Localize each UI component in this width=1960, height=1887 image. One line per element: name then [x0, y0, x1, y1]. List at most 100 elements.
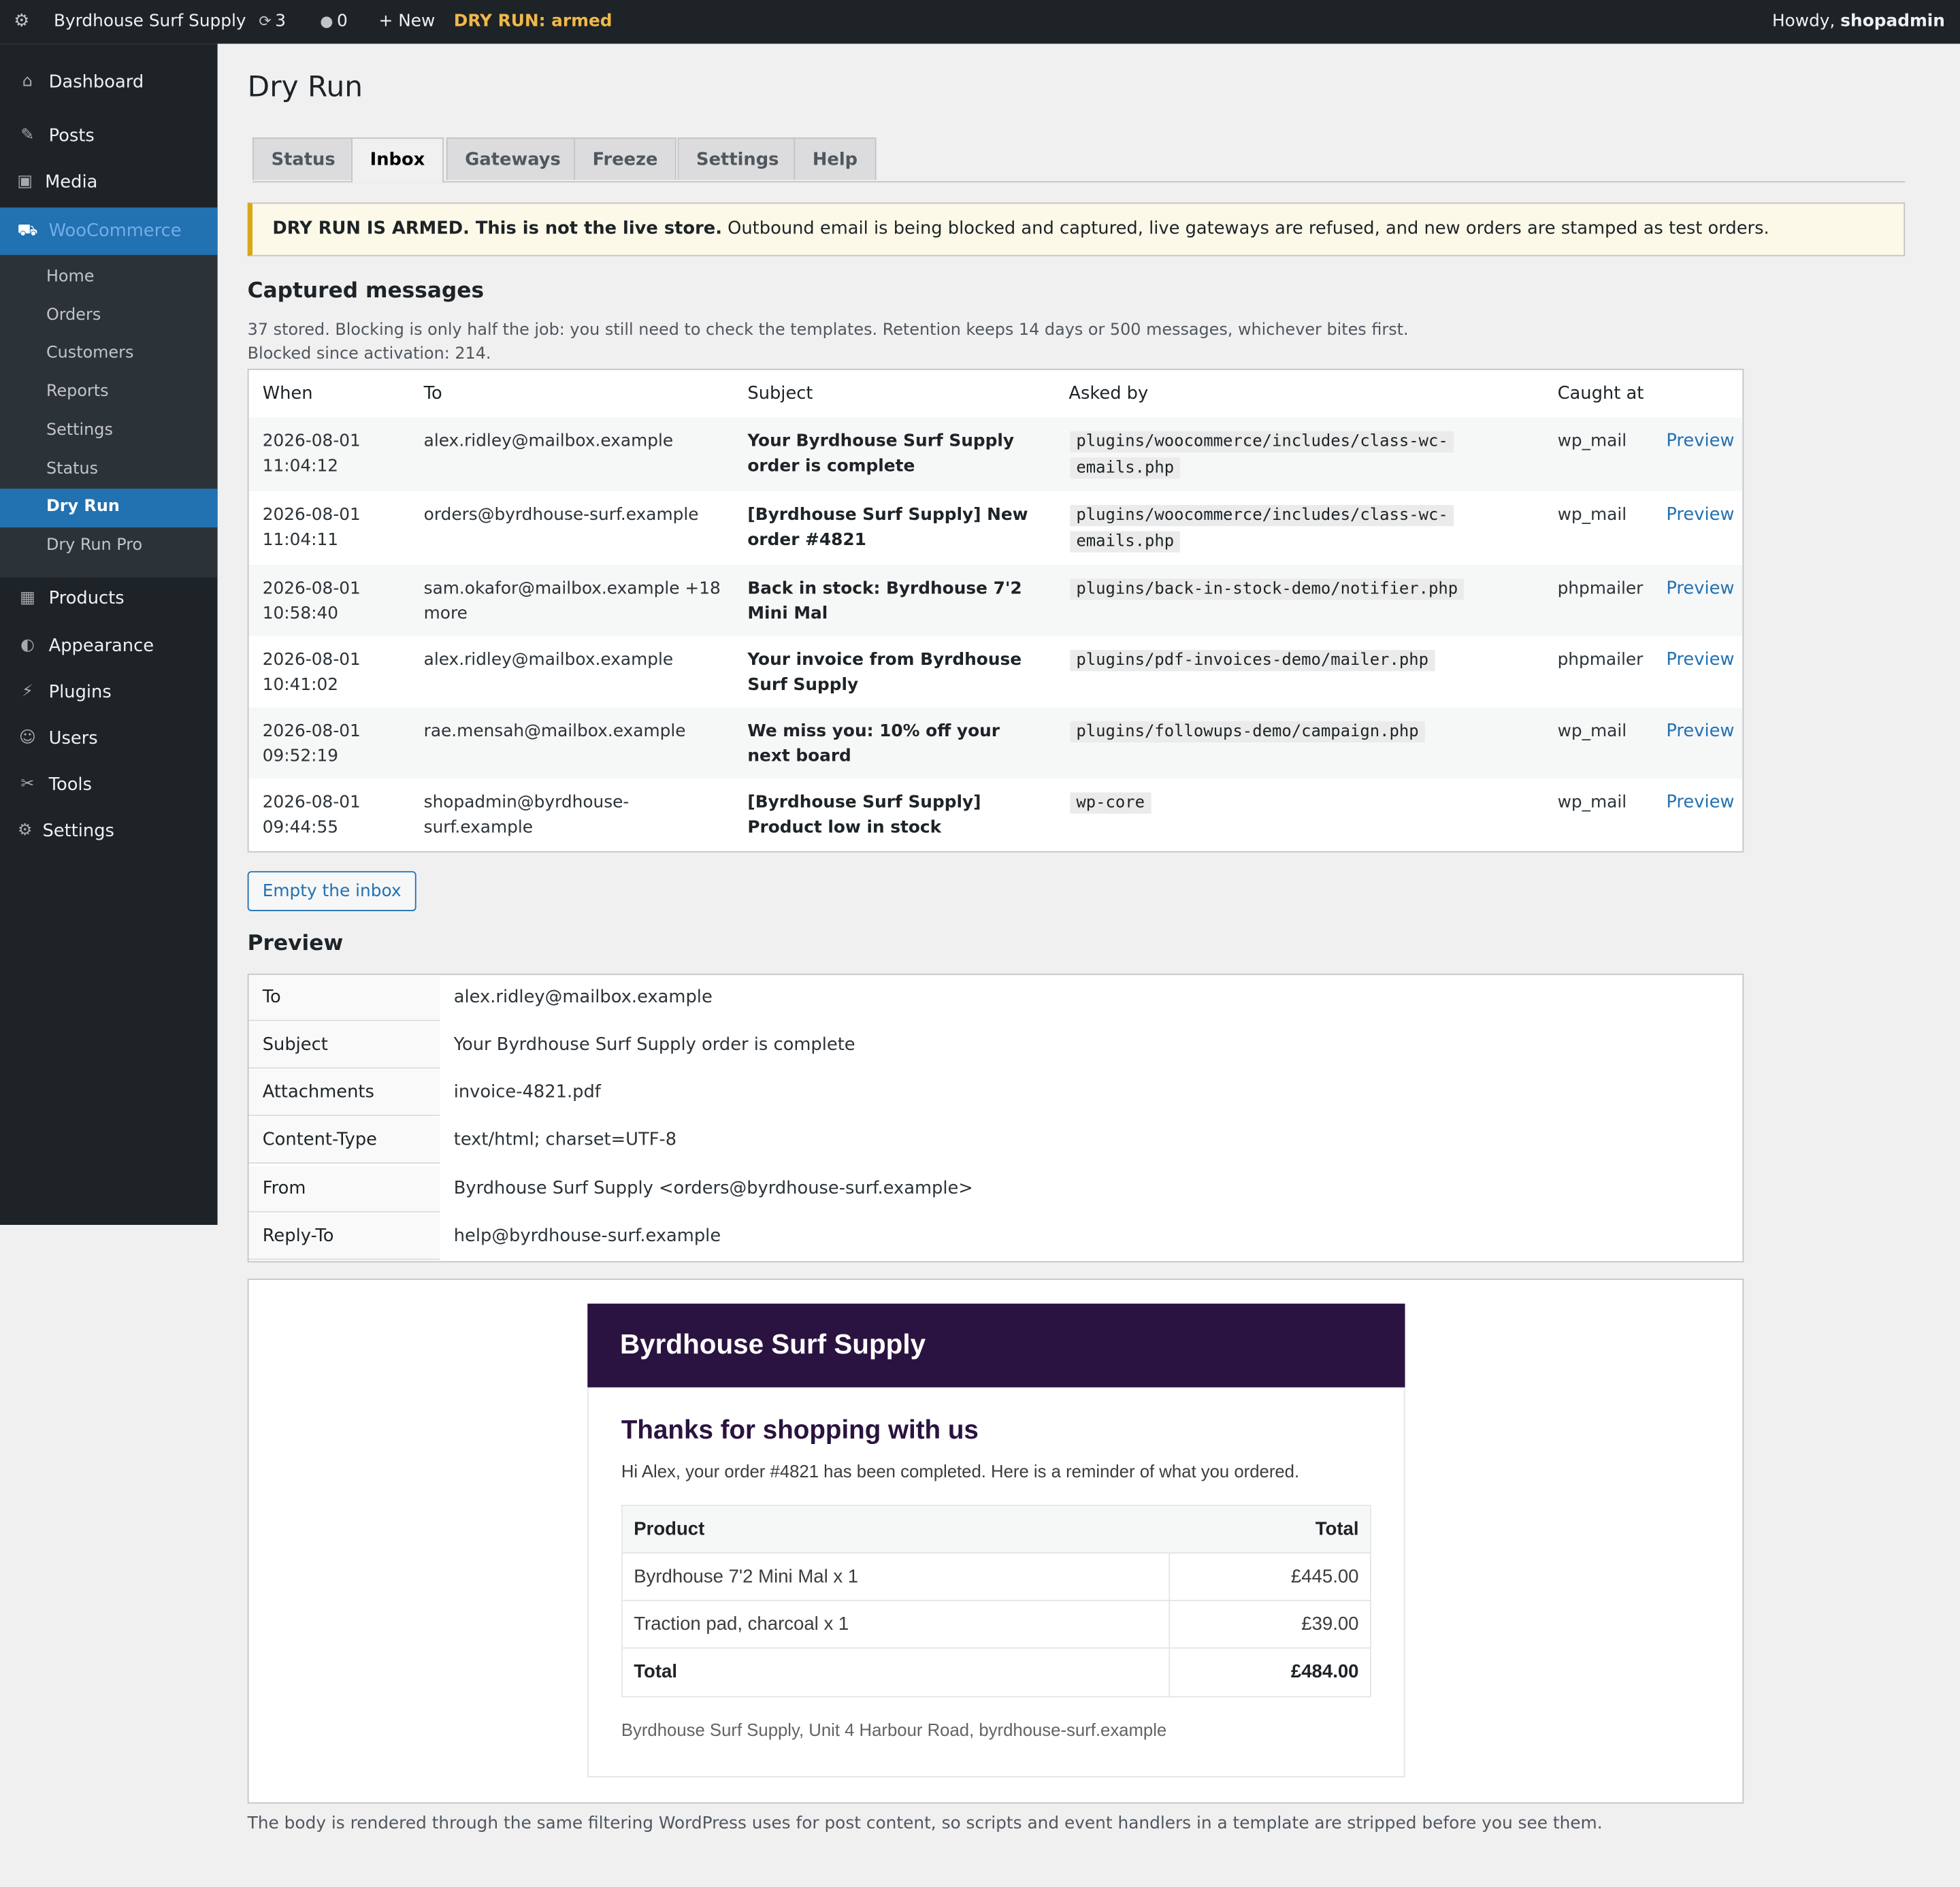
menu-plugins-label: Plugins: [48, 682, 112, 703]
preview-link[interactable]: Preview: [1666, 429, 1734, 454]
page-root: ⚙ Byrdhouse Surf Supply ⟳ 3 ● 0 + New DRY …: [0, 0, 1960, 1887]
header-key: Reply-To: [248, 1213, 440, 1260]
order-item-row: Traction pad, charcoal x 1 £39.00: [622, 1601, 1371, 1649]
email-brand: Byrdhouse Surf Supply: [620, 1328, 926, 1360]
header-row: Content-Type text/html; charset=UTF-8: [248, 1117, 1743, 1165]
cell-caught-at: wp_mail: [1557, 792, 1627, 813]
user-icon: ☺: [18, 728, 36, 748]
cell-asked-by: plugins/followups-demo/campaign.php: [1070, 719, 1545, 745]
submenu-settings[interactable]: Settings: [46, 420, 113, 442]
new-content-link[interactable]: + New: [379, 0, 436, 44]
menu-woocommerce-label: WooCommerce: [48, 221, 182, 242]
account-username: shopadmin: [1840, 11, 1945, 31]
submenu-home[interactable]: Home: [46, 266, 95, 289]
wordpress-icon[interactable]: ⚙: [14, 0, 31, 44]
comments-count: 0: [336, 11, 348, 31]
dry-run-status-link[interactable]: DRY RUN: armed: [454, 0, 612, 44]
cart-icon: ⛟: [17, 221, 38, 240]
updates-link[interactable]: ⟳ 3: [259, 0, 286, 44]
header-row: Reply-To help@byrdhouse-surf.example: [248, 1213, 1743, 1261]
order-total-row: Total £484.00: [623, 1649, 1370, 1696]
email-body-frame: Byrdhouse Surf Supply Thanks for shoppin…: [247, 1278, 1744, 1804]
preview-link[interactable]: Preview: [1666, 647, 1734, 672]
notice-strong: DRY RUN IS ARMED. This is not the live s…: [272, 218, 722, 239]
submenu-reports[interactable]: Reports: [46, 381, 109, 404]
table-row: 2026-08-01 11:04:11 orders@byrdhouse-sur…: [249, 491, 1743, 565]
account-menu[interactable]: Howdy, shopadmin: [1772, 0, 1945, 44]
tab-settings[interactable]: Settings: [677, 137, 798, 180]
preview-link[interactable]: Preview: [1666, 502, 1734, 527]
order-total-value: £484.00: [1290, 1661, 1359, 1683]
notice-text: Outbound email is being blocked and capt…: [721, 218, 1769, 239]
cell-to: orders@byrdhouse-surf.example: [423, 505, 699, 525]
header-row: Subject Your Byrdhouse Surf Supply order…: [248, 1022, 1743, 1070]
header-value: Byrdhouse Surf Supply <orders@byrdhouse-…: [453, 1179, 973, 1199]
table-row: 2026-08-01 10:58:40 sam.okafor@mailbox.e…: [248, 565, 1743, 636]
header-key-label: Attachments: [262, 1082, 374, 1103]
table-row: 2026-08-01 11:04:12 alex.ridley@mailbox.…: [248, 417, 1743, 491]
order-header-row: Product Total: [622, 1506, 1371, 1554]
updates-icon: ⟳: [259, 12, 272, 31]
preview-link[interactable]: Preview: [1666, 719, 1734, 744]
cell-when: 2026-08-01 11:04:11: [262, 505, 361, 551]
order-item-product: Byrdhouse 7'2 Mini Mal x 1: [634, 1566, 859, 1588]
cell-subject: Your Byrdhouse Surf Supply order is comp…: [747, 431, 1015, 476]
preview-link[interactable]: Preview: [1666, 790, 1734, 815]
media-icon: ▣: [17, 172, 33, 192]
order-table: Product Total Byrdhouse 7'2 Mini Mal x 1…: [621, 1505, 1371, 1698]
asked-by-code: plugins/woocommerce/includes/class-wc-em…: [1070, 505, 1454, 553]
box-icon: ▦: [20, 589, 35, 608]
asked-by-code: plugins/back-in-stock-demo/notifier.php: [1070, 578, 1465, 600]
table-row: 2026-08-01 10:41:02 alex.ridley@mailbox.…: [249, 636, 1743, 708]
page-title: Dry Run: [247, 71, 363, 104]
header-key: From: [248, 1166, 440, 1213]
email-body: Byrdhouse Surf Supply Thanks for shoppin…: [587, 1303, 1405, 1777]
empty-inbox-button[interactable]: Empty the inbox: [247, 871, 416, 911]
howdy-prefix: Howdy,: [1771, 11, 1835, 31]
submenu-orders[interactable]: Orders: [46, 305, 101, 327]
tab-help[interactable]: Help: [794, 137, 877, 180]
col-when: When: [262, 383, 313, 404]
header-key-label: To: [262, 987, 281, 1008]
menu-tools-label: Tools: [48, 774, 93, 795]
cell-when: 2026-08-01 11:04:12: [262, 431, 361, 476]
col-subject: Subject: [747, 383, 813, 404]
preview-footnote: The body is rendered through the same fi…: [247, 1814, 1603, 1834]
cell-to: alex.ridley@mailbox.example: [423, 650, 674, 670]
submenu-customers[interactable]: Customers: [46, 342, 133, 365]
table-row: 2026-08-01 09:52:19 rae.mensah@mailbox.e…: [248, 707, 1743, 779]
header-key: Content-Type: [248, 1117, 440, 1164]
order-col-total: Total: [1315, 1518, 1359, 1540]
woocommerce-submenu: ⛟ WooCommerce Home Orders Customers Repo…: [0, 207, 218, 578]
preview-heading: Preview: [247, 931, 344, 957]
tab-status[interactable]: Status: [252, 137, 355, 180]
site-name-link[interactable]: Byrdhouse Surf Supply: [54, 0, 246, 44]
asked-by-code: plugins/followups-demo/campaign.php: [1070, 721, 1425, 743]
col-to: To: [423, 383, 442, 404]
asked-by-code: wp-core: [1070, 792, 1152, 814]
order-item-product: Traction pad, charcoal x 1: [634, 1613, 849, 1635]
submenu-dry-run[interactable]: Dry Run: [0, 489, 218, 528]
submenu-status[interactable]: Status: [46, 459, 98, 481]
menu-dashboard-label: Dashboard: [48, 72, 144, 93]
header-key-label: Subject: [262, 1034, 328, 1055]
cell-when: 2026-08-01 10:41:02: [262, 650, 361, 695]
submenu-dry-run-pro[interactable]: Dry Run Pro: [46, 535, 142, 557]
cell-when: 2026-08-01 10:58:40: [262, 578, 361, 624]
tab-inbox[interactable]: Inbox: [351, 137, 444, 183]
preview-headers-table: To alex.ridley@mailbox.example Subject Y…: [247, 973, 1744, 1263]
menu-woocommerce[interactable]: ⛟ WooCommerce: [0, 207, 218, 255]
pin-icon: ✎: [20, 126, 35, 146]
order-item-total: £39.00: [1301, 1613, 1359, 1635]
header-row: From Byrdhouse Surf Supply <orders@byrdh…: [248, 1166, 1743, 1214]
admin-bar: ⚙ Byrdhouse Surf Supply ⟳ 3 ● 0 + New DRY …: [0, 0, 1960, 44]
tab-gateways[interactable]: Gateways: [446, 137, 580, 180]
palette-icon: ◐: [20, 636, 35, 655]
cell-to: alex.ridley@mailbox.example: [423, 431, 674, 452]
header-key-label: Reply-To: [262, 1226, 334, 1247]
captured-desc-line2: Blocked since activation: 214.: [247, 344, 491, 364]
asked-by-code: plugins/woocommerce/includes/class-wc-em…: [1070, 431, 1454, 479]
preview-link[interactable]: Preview: [1666, 576, 1734, 602]
tab-freeze[interactable]: Freeze: [574, 137, 677, 180]
comments-link[interactable]: ● 0: [320, 0, 348, 44]
